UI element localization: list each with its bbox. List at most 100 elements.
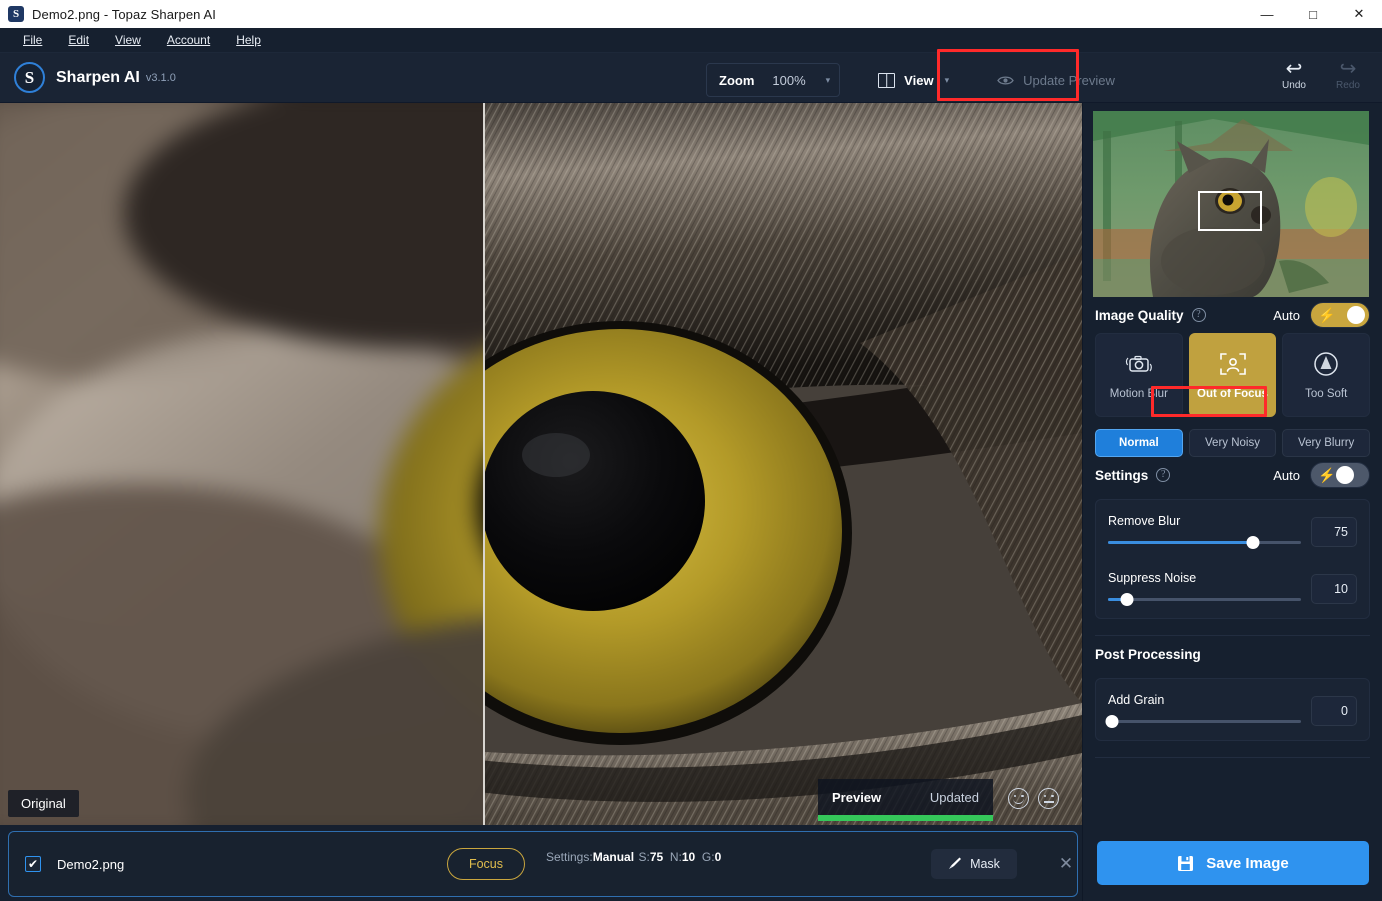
split-view-icon [878,72,896,88]
toolbar-center-tools: Zoom 100% ▾ View ▾ Update Preview [706,61,1129,99]
thumbs-up-face-icon[interactable] [1008,788,1029,809]
navigator-viewport-rect[interactable] [1198,191,1262,231]
preview-status-bar: Preview Updated [818,779,993,815]
focus-badge[interactable]: Focus [447,848,525,880]
chevron-down-icon[interactable]: ▾ [945,75,950,86]
settings-auto-toggle[interactable]: ⚡ [1310,462,1370,488]
stat-n-value: 10 [681,850,696,864]
mode-button-very-blurry[interactable]: Very Blurry [1282,429,1371,457]
app-toolbar: S Sharpen AI v3.1.0 Zoom 100% ▾ View ▾ U… [0,49,1382,103]
menu-item-edit[interactable]: Edit [55,30,102,50]
slider-knob[interactable] [1246,536,1260,549]
maximize-icon[interactable]: □ [1290,0,1336,28]
menu-account-label: Account [166,33,211,47]
post-processing-sliders: Add Grain 0 [1095,678,1370,741]
slider-value[interactable]: 0 [1311,696,1357,726]
thumbs-down-face-icon[interactable] [1038,788,1059,809]
menu-bar: File Edit View Account Help [0,28,1382,53]
settings-header: Settings ? Auto ⚡ [1095,457,1370,493]
quality-option-out-of-focus[interactable]: Out of Focus [1188,333,1277,417]
mask-label: Mask [970,857,1000,871]
split-view-divider[interactable] [483,103,485,825]
quality-option-label: Too Soft [1305,387,1348,400]
view-label: View [904,72,934,88]
help-icon[interactable]: ? [1156,468,1171,482]
save-image-button[interactable]: Save Image [1097,841,1369,885]
image-quality-auto-toggle[interactable]: ⚡ [1310,302,1370,328]
view-control[interactable]: View ▾ [868,63,957,97]
settings-auto: Auto ⚡ [1273,462,1370,488]
navigator-thumbnail[interactable] [1093,111,1369,297]
slider-value[interactable]: 75 [1311,517,1357,547]
menu-item-file[interactable]: File [10,30,55,50]
bolt-icon: ⚡ [1318,306,1336,323]
post-processing-header: Post Processing [1095,636,1370,672]
slider-fill [1108,541,1253,544]
settings-section: Settings ? Auto ⚡ Remove Blur 75 Suppres… [1083,457,1382,636]
save-disk-icon [1177,855,1194,872]
original-image-half [0,103,483,825]
mask-button[interactable]: Mask [931,849,1017,879]
minimize-icon[interactable]: — [1244,0,1290,28]
stat-s-value: 75 [649,850,664,864]
stat-g-label: G: [701,850,715,864]
toggle-knob [1347,306,1365,324]
slider-suppress-noise: Suppress Noise 10 [1108,569,1357,606]
sharpen-ai-logo-icon: S [14,62,45,93]
menu-item-account[interactable]: Account [154,30,223,50]
image-canvas[interactable]: Original Preview Updated [0,103,1082,825]
help-icon[interactable]: ? [1191,308,1206,322]
menu-item-view[interactable]: View [102,30,154,50]
right-panel: Image Quality ? Auto ⚡ Motion Blur Out o… [1082,103,1382,901]
menu-view-label: View [115,33,141,47]
slider-value[interactable]: 10 [1311,574,1357,604]
file-row[interactable]: ✔ Demo2.png Focus Settings:Manual S:75 N… [8,831,1078,897]
undo-icon: ↩ [1285,58,1303,80]
chevron-down-icon[interactable]: ▾ [826,75,831,86]
remove-file-icon[interactable]: ✕ [1055,853,1077,875]
menu-file-label: File [23,33,43,47]
slider-track[interactable] [1108,536,1301,549]
slider-knob[interactable] [1105,715,1119,728]
save-image-label: Save Image [1206,854,1289,872]
file-name-label: Demo2.png [57,856,125,872]
update-preview-button[interactable]: Update Preview [983,61,1129,99]
stat-s-label: S: [638,850,650,864]
slider-add-grain: Add Grain 0 [1105,691,1357,728]
slider-remove-blur: Remove Blur 75 [1108,512,1357,549]
bolt-icon: ⚡ [1318,466,1336,483]
post-processing-section: Post Processing Add Grain 0 [1083,636,1382,758]
quality-option-label: Out of Focus [1197,387,1268,400]
quality-option-motion-blur[interactable]: Motion Blur [1095,333,1183,417]
preview-image-half [485,103,1082,825]
quality-options: Motion Blur Out of Focus Too Soft [1095,333,1371,417]
mode-button-very-noisy[interactable]: Very Noisy [1188,429,1277,457]
quality-option-too-soft[interactable]: Too Soft [1282,333,1371,417]
settings-line-1: Settings:Manual [546,850,634,864]
settings-auto-label: Auto [1273,467,1300,483]
preview-progress-bar [818,815,993,821]
slider-track[interactable] [1105,715,1301,728]
redo-label: Redo [1336,80,1360,91]
redo-button[interactable]: ↪ Redo [1328,59,1368,91]
image-quality-header: Image Quality ? Auto ⚡ [1095,297,1370,333]
settings-title: Settings [1095,467,1149,483]
droplet-circle-icon [1312,351,1340,377]
quality-option-label: Motion Blur [1109,387,1168,400]
settings-sliders: Remove Blur 75 Suppress Noise 10 [1095,499,1370,619]
close-icon[interactable]: ✕ [1336,0,1382,28]
slider-track[interactable] [1108,593,1301,606]
file-checkbox[interactable]: ✔ [25,856,41,872]
brush-icon [948,856,962,873]
image-quality-section: Image Quality ? Auto ⚡ Motion Blur Out o… [1083,297,1382,457]
zoom-control[interactable]: Zoom 100% ▾ [706,63,841,97]
settings-mode: Manual [592,850,635,864]
slider-knob[interactable] [1120,593,1134,606]
menu-item-help[interactable]: Help [223,30,274,50]
slider-label: Add Grain [1108,693,1165,707]
settings-line-2: S:75 N:10 G:0 [639,850,722,864]
menu-help-label: Help [236,33,261,47]
preview-status: Updated [929,789,979,805]
undo-button[interactable]: ↩ Undo [1274,59,1314,91]
mode-button-normal[interactable]: Normal [1095,429,1183,457]
